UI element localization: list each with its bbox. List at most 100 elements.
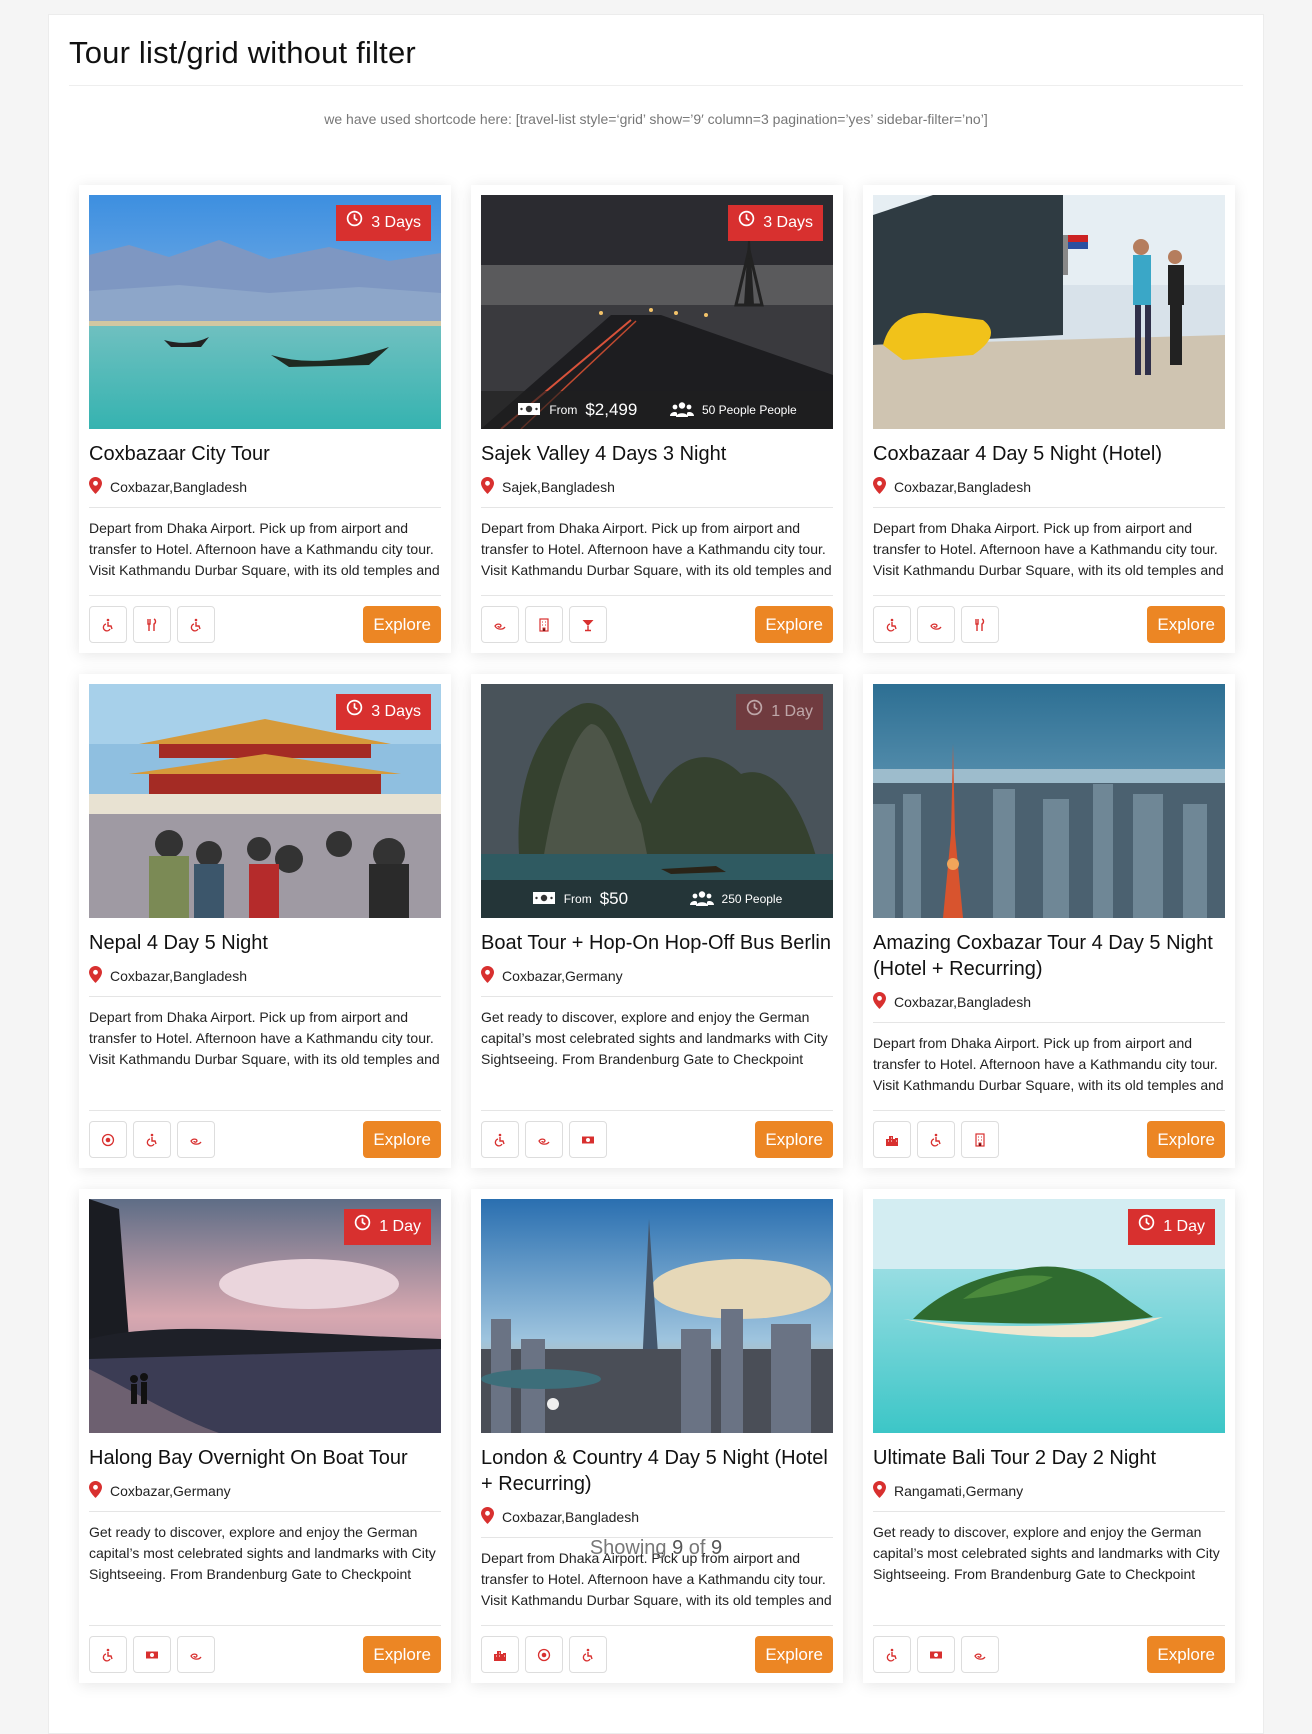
card-footer: Explore [89,595,441,643]
card-footer: Explore [873,1110,1225,1158]
explore-button[interactable]: Explore [363,1121,441,1158]
clock-icon [354,1209,371,1245]
explore-button[interactable]: Explore [1147,1636,1225,1673]
money-icon [517,401,541,420]
swirl-icon[interactable] [525,1121,563,1158]
tour-description: Depart from Dhaka Airport. Pick up from … [89,520,440,578]
tour-location: Coxbazar,Bangladesh [89,477,441,508]
tour-image[interactable] [481,1199,833,1433]
play-circle-icon[interactable] [525,1636,563,1673]
clock-icon [738,205,755,241]
duration-badge: 3 Days [336,205,431,241]
tour-location: Coxbazar,Bangladesh [481,1507,833,1538]
map-pin-icon [481,1507,494,1527]
tour-card: Coxbazaar 4 Day 5 Night (Hotel) Coxbazar,… [863,185,1235,653]
money-icon[interactable] [917,1636,955,1673]
tour-title[interactable]: Ultimate Bali Tour 2 Day 2 Night [873,1445,1225,1471]
tour-title[interactable]: Nepal 4 Day 5 Night [89,930,441,956]
clock-icon [346,205,363,241]
money-icon[interactable] [133,1636,171,1673]
tour-description: Depart from Dhaka Airport. Pick up from … [89,1009,440,1067]
map-pin-icon [481,477,494,497]
swirl-icon[interactable] [917,606,955,643]
tour-card: 3 Days From $2,499 50 People People Sajek Va… [471,185,843,653]
tour-title[interactable]: Coxbazaar City Tour [89,441,441,467]
duration-badge: 3 Days [728,205,823,241]
swirl-icon[interactable] [481,606,519,643]
tour-title[interactable]: Boat Tour + Hop-On Hop-Off Bus Berlin [481,930,833,956]
tour-image[interactable]: 1 Day [873,1199,1225,1433]
explore-button[interactable]: Explore [363,1636,441,1673]
money-icon [532,890,556,909]
explore-button[interactable]: Explore [1147,606,1225,643]
explore-button[interactable]: Explore [755,1121,833,1158]
card-footer: Explore [89,1625,441,1673]
amenity-icons [873,1636,999,1673]
tour-location: Sajek,Bangladesh [481,477,833,508]
building-icon[interactable] [525,606,563,643]
clock-icon [746,694,763,730]
wheelchair-icon[interactable] [89,606,127,643]
pagination-status: Showing 9 of 9 [589,1537,723,1559]
wheelchair-icon[interactable] [917,1121,955,1158]
tour-title[interactable]: London & Country 4 Day 5 Night (Hotel + … [481,1445,833,1497]
wheelchair-icon[interactable] [481,1121,519,1158]
tour-image[interactable]: 3 Days [89,195,441,429]
tour-image[interactable] [873,195,1225,429]
wheelchair-icon[interactable] [569,1636,607,1673]
tour-description: Depart from Dhaka Airport. Pick up from … [873,520,1224,578]
clock-icon [1138,1209,1155,1245]
card-footer: Explore [481,1625,833,1673]
tour-image[interactable]: 3 Days From $2,499 50 People People [481,195,833,429]
amenity-icons [89,1121,215,1158]
card-footer: Explore [481,595,833,643]
wheelchair-icon[interactable] [177,606,215,643]
city-icon[interactable] [873,1121,911,1158]
map-pin-icon [89,1481,102,1501]
map-pin-icon [481,966,494,986]
people-icon [669,401,694,420]
wheelchair-icon[interactable] [873,1636,911,1673]
tour-title[interactable]: Amazing Coxbazar Tour 4 Day 5 Night (Hot… [873,930,1225,982]
tour-card: London & Country 4 Day 5 Night (Hotel + … [471,1189,843,1683]
title-divider [69,85,1243,86]
building-icon[interactable] [961,1121,999,1158]
swirl-icon[interactable] [177,1636,215,1673]
wheelchair-icon[interactable] [133,1121,171,1158]
play-circle-icon[interactable] [89,1121,127,1158]
tour-location: Coxbazar,Germany [481,966,833,997]
explore-button[interactable]: Explore [755,1636,833,1673]
card-footer: Explore [873,1625,1225,1673]
explore-button[interactable]: Explore [1147,1121,1225,1158]
tour-image[interactable]: 3 Days [89,684,441,918]
explore-button[interactable]: Explore [363,606,441,643]
tour-card: 1 Day Ultimate Bali Tour 2 Day 2 Night Ran… [863,1189,1235,1683]
city-icon[interactable] [481,1636,519,1673]
explore-button[interactable]: Explore [755,606,833,643]
tour-image[interactable] [873,684,1225,918]
tour-title[interactable]: Halong Bay Overnight On Boat Tour [89,1445,441,1471]
tour-capacity: 50 People People [701,403,797,417]
swirl-icon[interactable] [961,1636,999,1673]
money-icon[interactable] [569,1121,607,1158]
amenity-icons [481,606,607,643]
amenity-icons [873,606,999,643]
tour-description: Get ready to discover, explore and enjoy… [481,1009,828,1067]
swirl-icon[interactable] [177,1121,215,1158]
wheelchair-icon[interactable] [89,1636,127,1673]
tour-image[interactable]: 1 Day From $50 250 People [481,684,833,918]
tour-capacity: 250 People [721,892,783,906]
tour-location: Coxbazar,Bangladesh [873,477,1225,508]
price-people-bar: From $50 250 People [481,880,833,918]
cocktail-icon[interactable] [569,606,607,643]
tour-title[interactable]: Coxbazaar 4 Day 5 Night (Hotel) [873,441,1225,467]
fork-knife-icon[interactable] [133,606,171,643]
duration-badge: 3 Days [336,694,431,730]
wheelchair-icon[interactable] [873,606,911,643]
tour-image[interactable]: 1 Day [89,1199,441,1433]
tour-location: Coxbazar,Germany [89,1481,441,1512]
tour-title[interactable]: Sajek Valley 4 Days 3 Night [481,441,833,467]
map-pin-icon [89,477,102,497]
tour-card: 1 Day From $50 250 People Boat Tour + Hop-On… [471,674,843,1168]
fork-knife-icon[interactable] [961,606,999,643]
